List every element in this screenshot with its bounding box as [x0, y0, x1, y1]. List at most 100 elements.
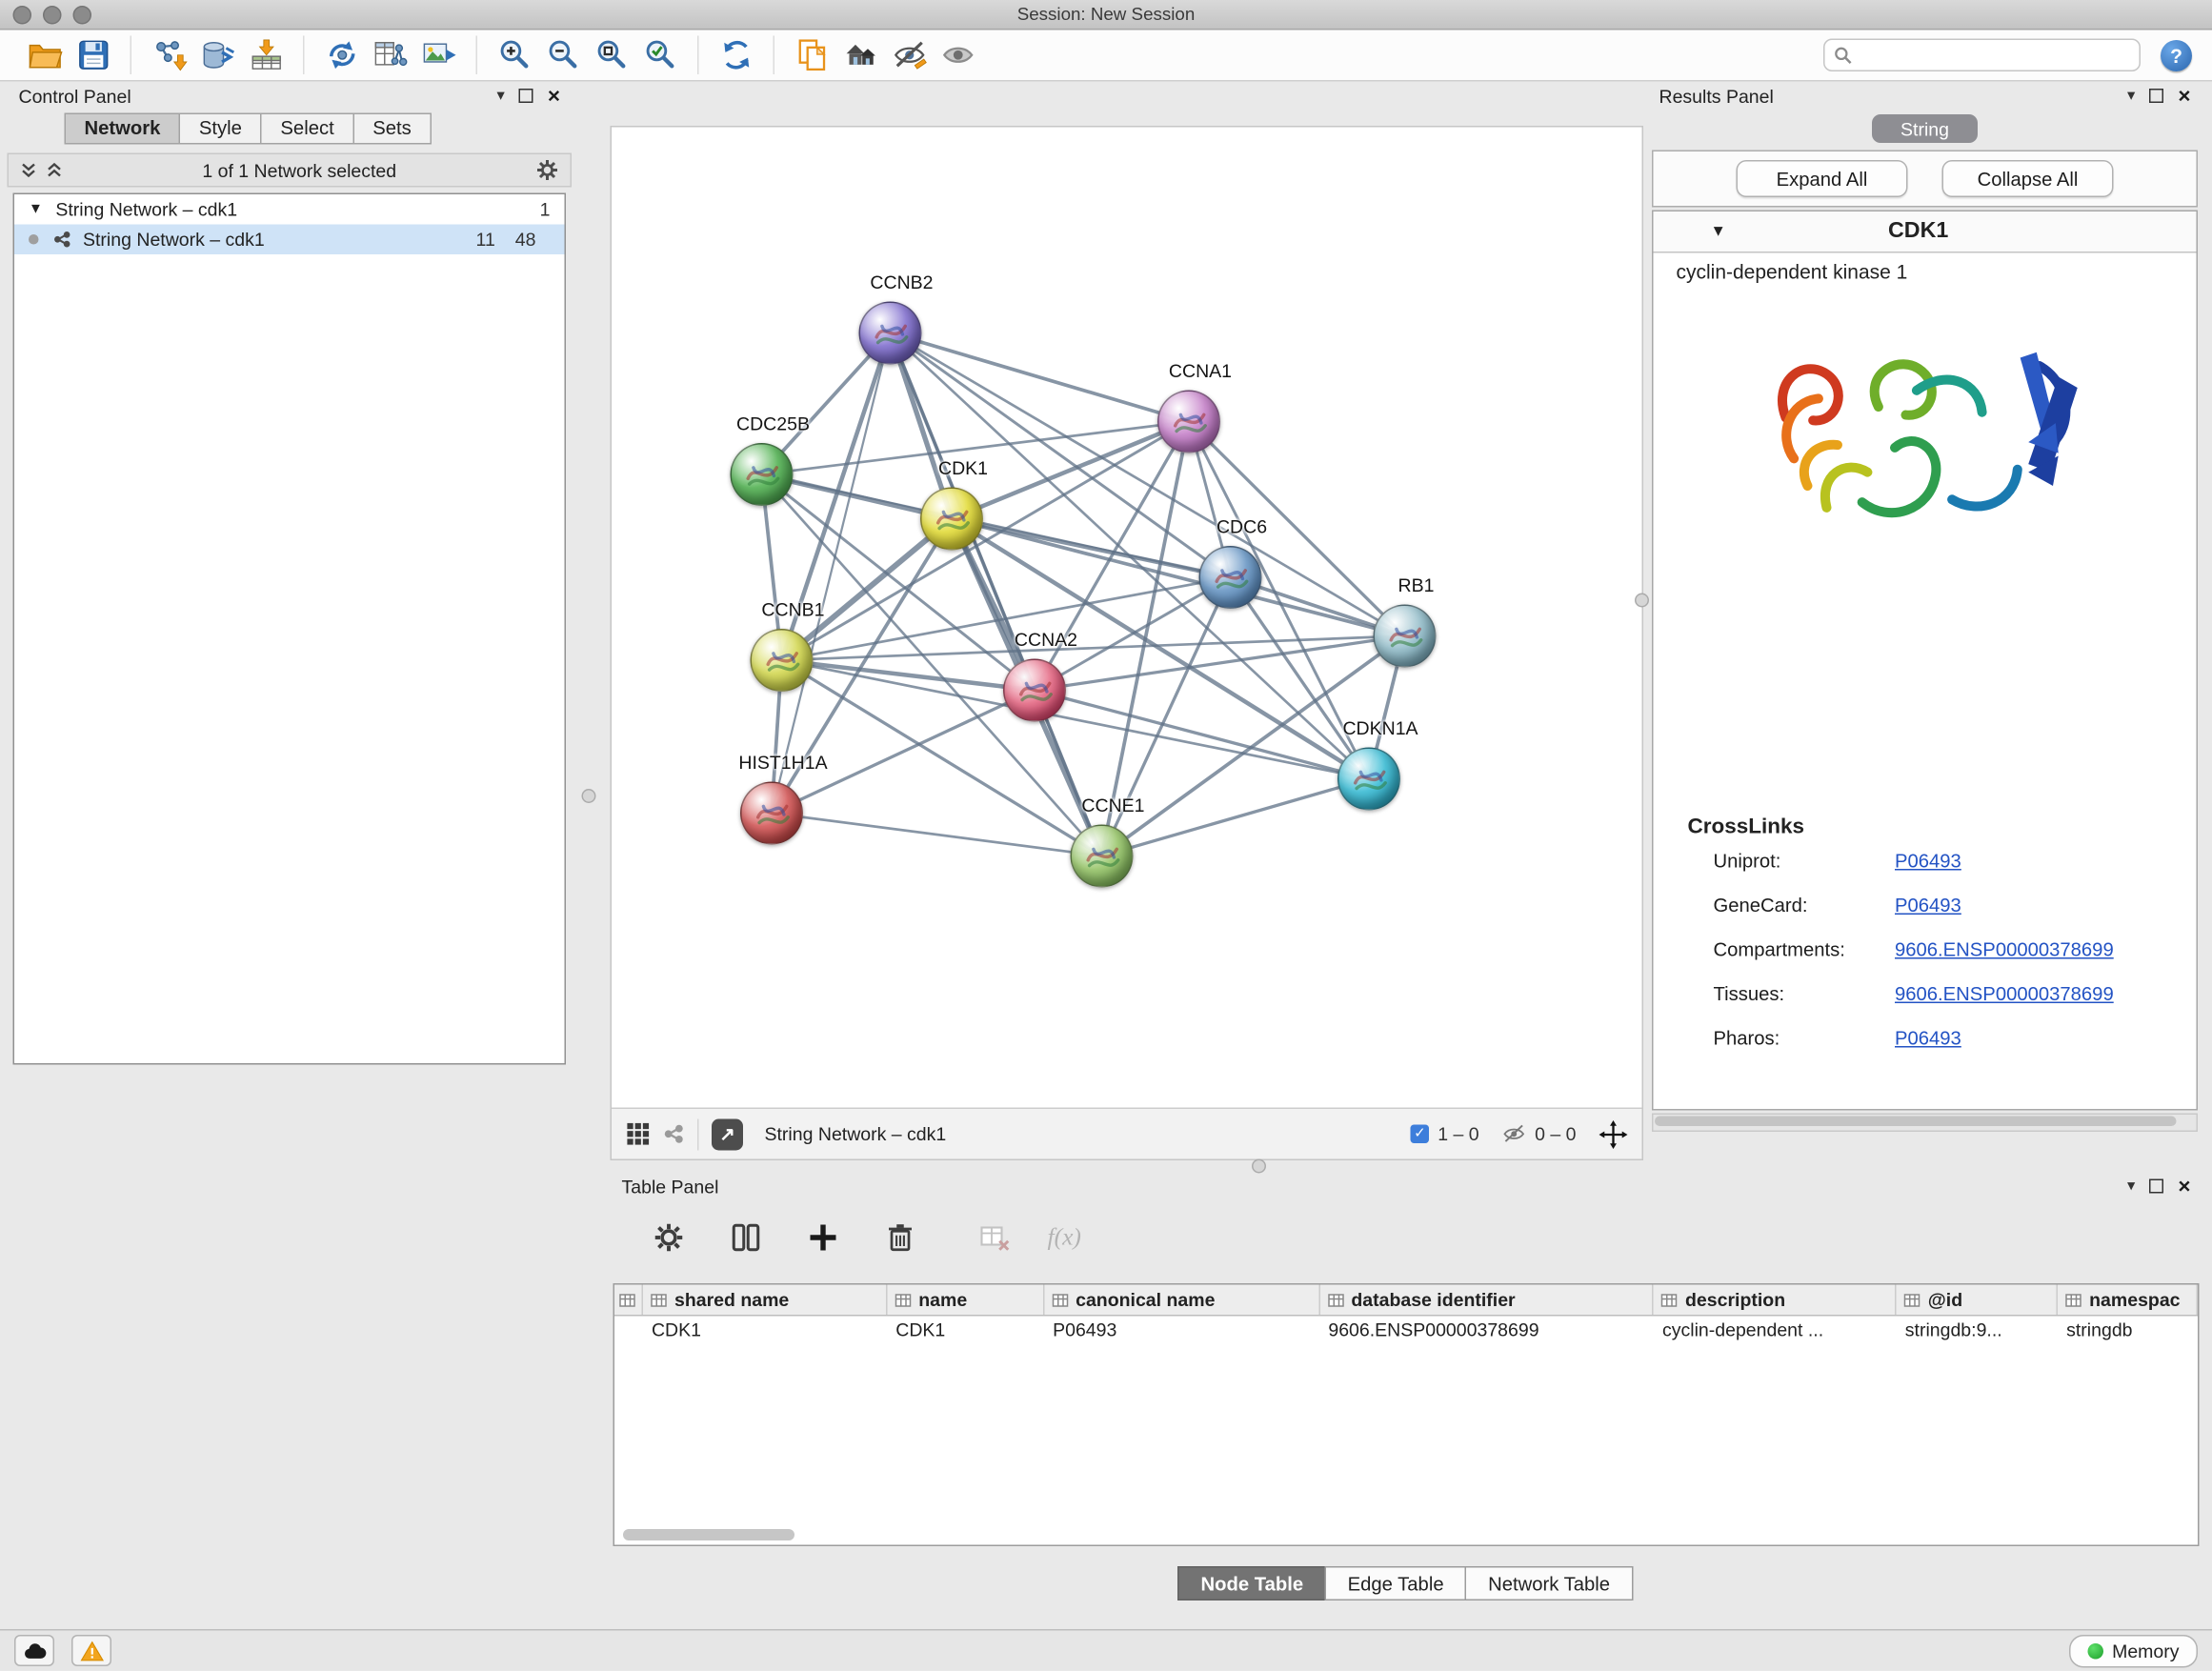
show-columns-button[interactable] [725, 1217, 768, 1259]
column-header-description[interactable]: description [1654, 1285, 1897, 1316]
new-network-button[interactable] [320, 33, 363, 76]
splitter-handle[interactable] [582, 789, 596, 803]
selection-checkbox[interactable]: ✓ [1411, 1125, 1430, 1144]
zoom-out-button[interactable] [542, 33, 585, 76]
tab-node-table[interactable]: Node Table [1177, 1566, 1326, 1601]
tree-expand-icon[interactable]: ▼ [29, 202, 43, 218]
control-panel-tabs: NetworkStyleSelectSets [65, 113, 573, 145]
zoom-in-button[interactable] [493, 33, 536, 76]
pan-crosshair-icon[interactable] [1599, 1119, 1628, 1148]
node-CDC6[interactable] [1199, 546, 1262, 609]
tab-sets[interactable]: Sets [352, 113, 432, 145]
share-network-icon[interactable] [663, 1123, 685, 1145]
table-horizontal-scrollbar[interactable] [623, 1529, 794, 1540]
network-row-selected[interactable]: String Network – cdk1 11 48 [14, 225, 565, 255]
network-graph[interactable]: CCNB2CCNA1CDC25BCDK1CDC6RB1CCNB1CCNA2CDK… [612, 128, 1642, 1107]
panel-float-button[interactable] [2149, 1179, 2163, 1194]
zoom-selected-button[interactable] [639, 33, 682, 76]
panel-close-button[interactable]: × [2178, 85, 2190, 107]
table-cell: 9606.ENSP00000378699 [1319, 1317, 1654, 1347]
gene-header[interactable]: ▼ CDK1 [1654, 211, 2197, 253]
node-CCNB2[interactable] [859, 302, 922, 365]
delete-column-button[interactable] [879, 1217, 922, 1259]
crosslink-label: Tissues: [1714, 983, 1896, 1005]
network-canvas[interactable]: CCNB2CCNA1CDC25BCDK1CDC6RB1CCNB1CCNA2CDK… [611, 126, 1644, 1160]
node-CCNB1[interactable] [751, 629, 814, 692]
table-row[interactable]: CDK1CDK1P064939606.ENSP00000378699cyclin… [614, 1317, 2198, 1347]
panel-float-button[interactable] [2149, 89, 2163, 103]
crosslinks-title: CrossLinks [1654, 815, 2197, 839]
column-header-database-identifier[interactable]: database identifier [1319, 1285, 1654, 1316]
tab-network[interactable]: Network [65, 113, 181, 145]
birds-eye-view-icon[interactable] [626, 1122, 651, 1147]
home-button[interactable] [839, 33, 882, 76]
node-CDC25B[interactable] [731, 443, 794, 506]
node-HIST1H1A[interactable] [740, 782, 803, 845]
node-CDK1[interactable] [920, 488, 983, 551]
crosslink-link[interactable]: P06493 [1895, 1028, 1961, 1050]
app-window: Session: New Session ? Control [0, 0, 2212, 1671]
apply-layout-button[interactable] [714, 33, 757, 76]
tab-network-table[interactable]: Network Table [1465, 1566, 1633, 1601]
panel-float-button[interactable] [519, 89, 533, 103]
node-CCNA1[interactable] [1157, 391, 1220, 453]
node-CDKN1A[interactable] [1337, 748, 1400, 811]
main-toolbar: ? [0, 30, 2212, 82]
expand-all-groups-icon[interactable] [20, 162, 37, 179]
search-input[interactable] [1860, 44, 2131, 67]
zoom-fit-button[interactable] [591, 33, 633, 76]
results-scrollbar[interactable] [1652, 1114, 2198, 1133]
network-collection-row[interactable]: ▼ String Network – cdk1 1 [14, 194, 565, 225]
network-nodes-layer: CCNB2CCNA1CDC25BCDK1CDC6RB1CCNB1CCNA2CDK… [612, 128, 1642, 1107]
tab-string[interactable]: String [1872, 114, 1978, 143]
network-options-gear-icon[interactable] [536, 159, 559, 182]
node-CCNE1[interactable] [1071, 825, 1134, 888]
cloud-status-button[interactable] [14, 1635, 54, 1666]
panel-close-button[interactable]: × [2178, 1176, 2190, 1198]
expand-all-button[interactable]: Expand All [1737, 160, 1908, 197]
export-image-button[interactable] [417, 33, 460, 76]
import-network-database-button[interactable] [196, 33, 239, 76]
collapse-all-groups-icon[interactable] [46, 162, 63, 179]
tab-style[interactable]: Style [179, 113, 262, 145]
new-network-from-table-button[interactable] [369, 33, 412, 76]
node-CCNA2[interactable] [1003, 659, 1066, 722]
open-in-new-window-button[interactable]: ↗ [712, 1118, 743, 1150]
panel-menu-button[interactable]: ▾ [2127, 1178, 2135, 1195]
panel-menu-button[interactable]: ▾ [497, 88, 505, 104]
crosslink-link[interactable]: 9606.ENSP00000378699 [1895, 939, 2114, 961]
gear-icon [654, 1222, 685, 1254]
tab-select[interactable]: Select [260, 113, 353, 145]
clone-network-button[interactable] [791, 33, 834, 76]
import-table-file-button[interactable] [245, 33, 288, 76]
warnings-button[interactable] [71, 1635, 111, 1666]
create-column-button[interactable] [802, 1217, 845, 1259]
column-header--id[interactable]: @id [1897, 1285, 2058, 1316]
crosslink-link[interactable]: P06493 [1895, 851, 1961, 873]
crosslink-link[interactable]: P06493 [1895, 895, 1961, 916]
crosslink-link[interactable]: 9606.ENSP00000378699 [1895, 983, 2114, 1005]
panel-menu-button[interactable]: ▾ [2127, 88, 2135, 104]
splitter-handle[interactable] [1252, 1159, 1266, 1174]
export-image-icon [421, 37, 457, 73]
memory-button[interactable]: Memory [2069, 1635, 2198, 1668]
splitter-handle[interactable] [1635, 594, 1649, 608]
table-header-row: shared namenamecanonical namedatabase id… [614, 1285, 2198, 1317]
column-header-canonical-name[interactable]: canonical name [1044, 1285, 1319, 1316]
open-session-button[interactable] [23, 33, 66, 76]
panel-close-button[interactable]: × [548, 85, 560, 107]
node-RB1[interactable] [1374, 605, 1437, 668]
tab-edge-table[interactable]: Edge Table [1325, 1566, 1467, 1601]
hide-graphics-details-button[interactable] [888, 33, 931, 76]
show-graphics-details-button[interactable] [936, 33, 979, 76]
collapse-gene-icon[interactable]: ▼ [1711, 223, 1726, 240]
table-settings-button[interactable] [648, 1217, 691, 1259]
column-header-namespac[interactable]: namespac [2058, 1285, 2198, 1316]
collapse-all-button[interactable]: Collapse All [1942, 160, 2114, 197]
help-button[interactable]: ? [2161, 39, 2192, 70]
network-selection-bar: 1 of 1 Network selected [8, 153, 573, 188]
import-network-file-button[interactable] [148, 33, 191, 76]
column-header-shared-name[interactable]: shared name [643, 1285, 887, 1316]
column-header-name[interactable]: name [887, 1285, 1044, 1316]
save-session-button[interactable] [71, 33, 114, 76]
